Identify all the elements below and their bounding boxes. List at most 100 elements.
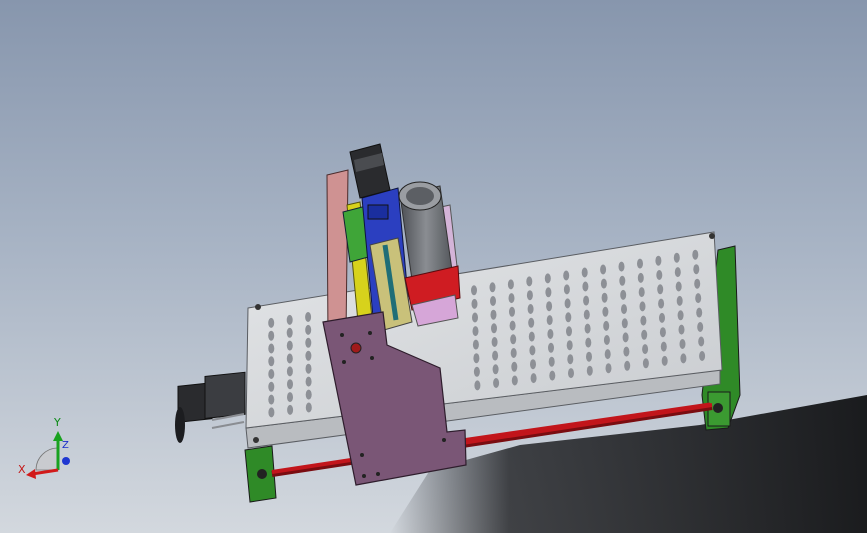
table-slot [692,249,699,260]
table-slot [528,317,535,328]
table-slot [527,304,534,314]
table-slot [623,346,630,357]
bolt [255,304,261,310]
table-slot [673,252,680,263]
table-slot [600,278,607,289]
table-slot [548,342,554,353]
table-slot [268,381,275,392]
table-slot [305,350,312,361]
table-slot [659,312,665,323]
table-slot [605,363,612,374]
table-slot [660,341,667,352]
table-slot [603,320,610,331]
table-slot [286,353,293,364]
table-slot [639,301,646,312]
table-slot [581,267,588,278]
table-slot [603,335,610,345]
bolt [253,437,259,443]
table-slot [679,339,686,349]
table-slot [545,287,552,298]
table-slot [526,276,533,287]
table-slot [472,326,479,337]
table-slot [565,312,572,323]
table-slot [563,284,570,295]
table-slot [604,349,611,360]
table-slot [602,306,609,317]
table-slot [491,337,498,347]
table-slot [471,285,477,296]
table-slot [676,295,683,306]
table-slot [585,337,592,348]
table-slot [693,264,700,275]
table-slot [697,322,704,332]
table-slot [546,301,553,312]
table-slot [621,318,628,329]
table-slot [677,310,684,321]
table-slot [696,307,703,318]
table-slot [268,407,275,418]
table-slot [268,356,275,367]
table-slot [601,292,608,303]
table-slot [490,296,496,306]
table-slot [511,361,518,372]
table-slot [268,369,275,379]
table-slot [473,353,480,364]
table-slot [584,323,591,334]
table-slot [564,298,571,309]
table-slot [474,380,481,391]
table-slot [305,389,312,400]
z-axis-label: Z [62,440,69,451]
z-axis-dot [62,457,70,465]
table-slot [642,358,649,369]
table-slot [586,351,592,362]
x-axis-label: X [18,463,26,476]
table-slot [622,332,629,343]
table-slot [566,340,573,351]
table-slot [471,298,478,309]
table-slot [492,350,499,361]
table-slot [528,331,535,342]
table-slot [286,366,293,377]
table-slot [624,360,631,371]
table-slot [678,324,685,335]
table-slot [509,306,515,317]
table-top [245,231,723,429]
table-slot [489,282,496,293]
table-slot [509,320,516,331]
table-slot [548,356,555,367]
table-slot [600,264,607,275]
table-slot [618,261,625,272]
table-slot [473,366,480,377]
table-slot [695,293,702,304]
table-slot [698,336,705,347]
table-slot [655,255,662,266]
cad-scene[interactable] [0,0,867,533]
table-slot [305,312,312,322]
table-slot [508,293,515,304]
table-slot [492,364,499,375]
x-axis-arrowhead [26,469,36,479]
x-axis-arrow [31,468,59,476]
gantry-side-plate [326,169,349,343]
cad-viewport[interactable]: Y X Z [0,0,867,533]
table-slot [674,267,681,278]
table-slot [491,323,497,334]
table-slot [675,281,682,292]
table-slot [549,370,556,381]
table-slot [638,287,645,298]
table-slot [619,275,626,286]
table-slot [544,273,551,284]
table-slot [305,324,312,335]
table-slot [526,290,533,301]
table-slot [529,345,536,356]
table-slot [640,315,647,326]
table-slot [305,402,312,413]
table-slot [287,392,293,403]
frame-leg-left [244,445,277,503]
table-slot [680,353,687,364]
table-slot [510,348,517,358]
table-slot [659,327,666,338]
table-slot [493,378,500,388]
table-slot [472,339,479,350]
table-slot [642,344,649,355]
